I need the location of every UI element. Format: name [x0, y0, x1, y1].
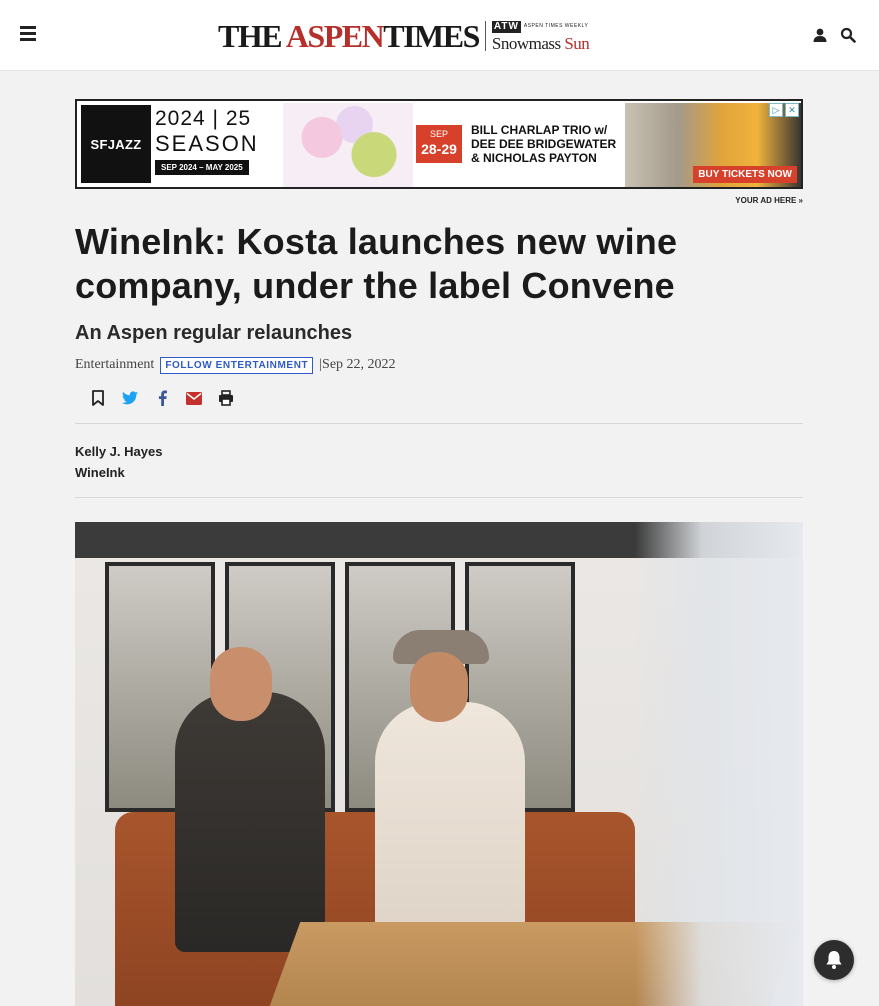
- logo-snowmass-sun: ATW ASPEN TIMES WEEKLY Snowmass Sun: [491, 20, 590, 53]
- ad-buy-tickets-button[interactable]: BUY TICKETS NOW: [693, 166, 797, 183]
- byline: Kelly J. Hayes WineInk: [75, 441, 162, 483]
- ad-choices[interactable]: ▷ ✕: [769, 103, 799, 117]
- atw-text: ASPEN TIMES WEEKLY: [523, 23, 589, 29]
- ad-close-icon[interactable]: ✕: [785, 103, 799, 117]
- alert-bell-button[interactable]: [814, 940, 854, 980]
- email-icon[interactable]: [186, 390, 202, 406]
- column-link[interactable]: WineInk: [75, 462, 162, 483]
- facebook-icon[interactable]: [154, 390, 170, 406]
- bell-icon: [826, 951, 842, 969]
- article-headline: WineInk: Kosta launches new wine company…: [75, 221, 678, 306]
- article-photo[interactable]: [75, 522, 803, 1006]
- ad-lineup: BILL CHARLAP TRIO w/ DEE DEE BRIDGEWATER…: [471, 123, 617, 165]
- user-icon[interactable]: [812, 27, 828, 43]
- twitter-icon[interactable]: [122, 390, 138, 406]
- your-ad-here-link[interactable]: YOUR AD HERE »: [700, 196, 803, 205]
- logo-divider: [484, 21, 486, 51]
- print-icon[interactable]: [218, 390, 234, 406]
- bookmark-icon[interactable]: [90, 390, 106, 406]
- site-header: THE ASPENTIMES ATW ASPEN TIMES WEEKLY Sn…: [0, 0, 879, 71]
- divider: [75, 423, 803, 424]
- share-bar: [90, 390, 234, 406]
- ad-brand: SFJAZZ: [81, 105, 151, 183]
- atw-mark: ATW: [491, 20, 521, 33]
- publish-date: Sep 22, 2022: [322, 357, 396, 372]
- ad-illustration: [283, 103, 413, 187]
- ad-season: 2024 | 25 SEASON SEP 2024 – MAY 2025: [155, 105, 283, 183]
- ad-choices-icon[interactable]: ▷: [769, 103, 783, 117]
- follow-entertainment-button[interactable]: FOLLOW ENTERTAINMENT: [160, 356, 314, 374]
- author-link[interactable]: Kelly J. Hayes: [75, 441, 162, 462]
- banner-ad[interactable]: SFJAZZ 2024 | 25 SEASON SEP 2024 – MAY 2…: [75, 99, 803, 189]
- category-link[interactable]: Entertainment: [75, 357, 154, 373]
- ad-date-box: SEP 28-29: [416, 125, 462, 163]
- divider: [75, 497, 803, 498]
- article-meta: Entertainment FOLLOW ENTERTAINMENT | Sep…: [75, 355, 396, 375]
- hamburger-menu-icon[interactable]: [20, 26, 36, 42]
- site-logo[interactable]: THE ASPENTIMES ATW ASPEN TIMES WEEKLY Sn…: [218, 18, 590, 54]
- logo-aspen-times: THE ASPENTIMES: [218, 18, 480, 54]
- article-subhead: An Aspen regular relaunches: [75, 322, 353, 344]
- search-icon[interactable]: [840, 27, 856, 43]
